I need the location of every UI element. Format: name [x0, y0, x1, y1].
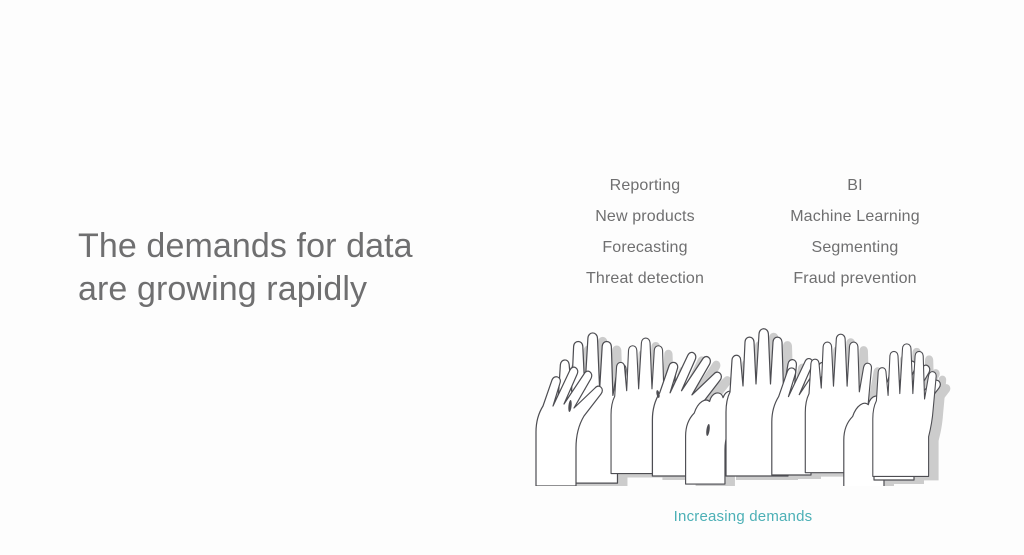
slide-canvas: The demands for data are growing rapidly… — [0, 0, 1024, 555]
list-item: Machine Learning — [790, 208, 920, 225]
list-item: Segmenting — [811, 239, 899, 256]
hand-outline-group — [535, 328, 941, 486]
illustration-caption: Increasing demands — [673, 508, 813, 525]
list-item: Reporting — [609, 177, 681, 194]
word-columns: Reporting New products Forecasting Threa… — [540, 170, 960, 294]
raised-hands-illustration — [528, 318, 952, 486]
list-item: Forecasting — [602, 239, 688, 256]
page-title: The demands for data are growing rapidly — [78, 227, 413, 308]
list-item: Threat detection — [585, 270, 705, 287]
list-item: New products — [595, 208, 695, 225]
word-column-right: BI Machine Learning Segmenting Fraud pre… — [750, 170, 960, 294]
list-item: BI — [847, 177, 863, 194]
list-item: Fraud prevention — [793, 270, 917, 287]
word-column-left: Reporting New products Forecasting Threa… — [540, 170, 750, 294]
